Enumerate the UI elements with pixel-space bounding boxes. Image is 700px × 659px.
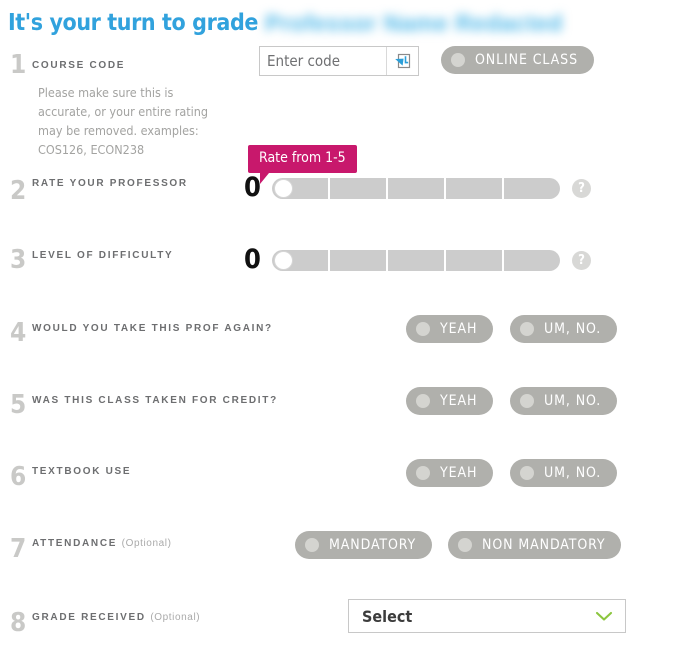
question-label-optional: (Optional): [150, 612, 201, 623]
question-label-attendance: ATTENDANCE (Optional): [32, 539, 172, 549]
for-credit-yes-label: YEAH: [440, 393, 478, 409]
attendance-non-mandatory-label: NON MANDATORY: [482, 537, 606, 553]
question-label-text: TEXTBOOK USE: [32, 466, 132, 477]
question-label-rate-professor: RATE YOUR PROFESSOR: [32, 179, 188, 189]
level-of-difficulty-slider[interactable]: [272, 250, 560, 271]
slider-segment[interactable]: [388, 250, 446, 271]
slider-segment[interactable]: [504, 178, 560, 199]
arrow-into-box-icon[interactable]: [386, 47, 418, 75]
question-number-2: 2: [10, 176, 27, 206]
question-label-text: COURSE CODE: [32, 60, 126, 71]
textbook-use-yes-label: YEAH: [440, 465, 478, 481]
question-label-text: WAS THIS CLASS TAKEN FOR CREDIT?: [32, 395, 278, 406]
attendance-non-mandatory-button[interactable]: NON MANDATORY: [448, 531, 622, 559]
question-label-text: WOULD YOU TAKE THIS PROF AGAIN?: [32, 323, 273, 334]
radio-dot: [458, 538, 472, 552]
textbook-use-no-button[interactable]: UM, NO.: [510, 459, 618, 487]
question-label-optional: (Optional): [121, 538, 172, 549]
radio-dot: [416, 466, 430, 480]
level-of-difficulty-value: 0: [244, 244, 261, 275]
question-number-1: 1: [10, 50, 27, 80]
question-number-8: 8: [10, 608, 27, 638]
grade-received-selected-value: Select: [362, 606, 413, 626]
rate-professor-slider-knob[interactable]: [274, 179, 293, 198]
rate-professor-value: 0: [244, 172, 261, 203]
radio-dot: [520, 466, 534, 480]
question-mark-icon[interactable]: ?: [572, 251, 591, 270]
radio-dot: [416, 322, 430, 336]
radio-dot: [416, 394, 430, 408]
take-again-no-label: UM, NO.: [544, 321, 602, 337]
question-label-textbook-use: TEXTBOOK USE: [32, 467, 131, 477]
grade-received-select[interactable]: Select: [348, 599, 626, 633]
radio-dot: [305, 538, 319, 552]
question-label-text: GRADE RECEIVED: [32, 612, 146, 623]
online-class-toggle[interactable]: ONLINE CLASS: [441, 46, 594, 74]
online-class-label: ONLINE CLASS: [475, 52, 578, 68]
rate-from-tooltip: Rate from 1-5: [248, 145, 357, 184]
chevron-down-icon[interactable]: [595, 610, 613, 622]
question-label-text: LEVEL OF DIFFICULTY: [32, 250, 174, 261]
question-label-for-credit: WAS THIS CLASS TAKEN FOR CREDIT?: [32, 396, 278, 406]
radio-dot: [520, 322, 534, 336]
question-number-5: 5: [10, 390, 27, 420]
textbook-use-no-label: UM, NO.: [544, 465, 602, 481]
question-mark-icon[interactable]: ?: [572, 179, 591, 198]
for-credit-no-button[interactable]: UM, NO.: [510, 387, 618, 415]
course-code-input-wrapper[interactable]: [259, 46, 419, 76]
question-label-level-of-difficulty: LEVEL OF DIFFICULTY: [32, 251, 173, 261]
slider-segment[interactable]: [446, 250, 504, 271]
radio-dot: [520, 394, 534, 408]
take-again-no-button[interactable]: UM, NO.: [510, 315, 618, 343]
question-row-course-code: 1 COURSE CODE ONLINE CLASS Please make s…: [0, 0, 700, 157]
question-label-grade-received: GRADE RECEIVED (Optional): [32, 613, 200, 623]
course-code-input[interactable]: [260, 48, 386, 74]
for-credit-yes-button[interactable]: YEAH: [406, 387, 494, 415]
question-number-7: 7: [10, 534, 27, 564]
question-number-4: 4: [10, 318, 27, 348]
for-credit-no-label: UM, NO.: [544, 393, 602, 409]
question-label-take-again: WOULD YOU TAKE THIS PROF AGAIN?: [32, 324, 273, 334]
take-again-yes-button[interactable]: YEAH: [406, 315, 494, 343]
attendance-mandatory-button[interactable]: MANDATORY: [295, 531, 433, 559]
rate-professor-slider[interactable]: [272, 178, 560, 199]
slider-segment[interactable]: [330, 250, 388, 271]
level-of-difficulty-slider-knob[interactable]: [274, 251, 293, 270]
textbook-use-yes-button[interactable]: YEAH: [406, 459, 494, 487]
attendance-mandatory-label: MANDATORY: [329, 537, 417, 553]
question-number-6: 6: [10, 462, 27, 492]
slider-segment[interactable]: [388, 178, 446, 199]
online-class-radio-dot: [451, 53, 465, 67]
slider-segment[interactable]: [330, 178, 388, 199]
question-label-text: RATE YOUR PROFESSOR: [32, 178, 188, 189]
question-row-grade-received: 8 GRADE RECEIVED (Optional) Select: [0, 0, 700, 636]
take-again-yes-label: YEAH: [440, 321, 478, 337]
slider-segment[interactable]: [446, 178, 504, 199]
course-code-hint: Please make sure this is accurate, or yo…: [38, 85, 209, 157]
question-label-text: ATTENDANCE: [32, 538, 118, 549]
slider-segment[interactable]: [504, 250, 560, 271]
question-number-3: 3: [10, 245, 27, 275]
question-label-course-code: COURSE CODE: [32, 61, 125, 71]
